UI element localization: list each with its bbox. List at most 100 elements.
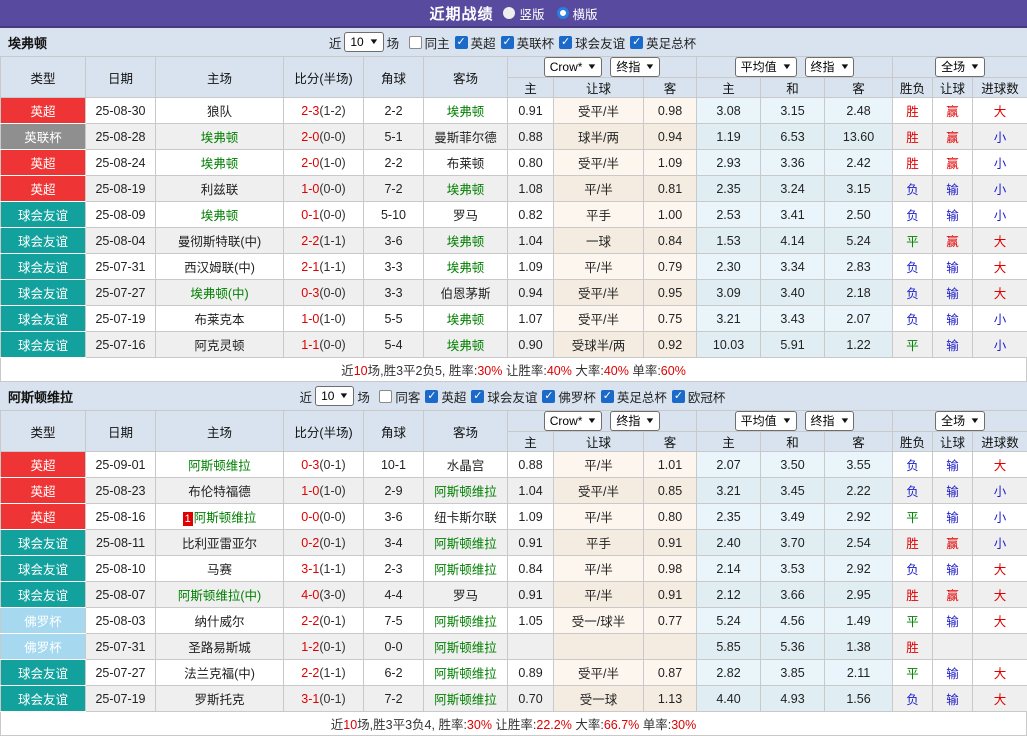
summary-segment: 单率: xyxy=(629,364,661,378)
home-team[interactable]: 曼彻斯特联(中) xyxy=(178,235,261,249)
handicap-line: 受平/半 xyxy=(554,150,644,176)
final-odds-select-value: 终指 xyxy=(616,59,640,75)
league-checkbox-label[interactable]: 英联杯 xyxy=(517,33,555,52)
radio-vertical-label[interactable]: 竖版 xyxy=(519,4,544,23)
league-checkbox[interactable]: ✓ xyxy=(542,390,555,403)
league-checkbox-label[interactable]: 英足总杯 xyxy=(617,387,667,406)
league-checkbox[interactable]: ✓ xyxy=(559,36,572,49)
away-team-cell: 埃弗顿 xyxy=(424,306,508,332)
home-team[interactable]: 阿斯顿维拉 xyxy=(194,511,257,525)
away-team[interactable]: 阿斯顿维拉 xyxy=(434,485,497,499)
full-time-score: 2-0 xyxy=(301,130,319,144)
half-time-score: (0-1) xyxy=(319,640,345,654)
radio-circle-selected-icon[interactable] xyxy=(557,7,569,19)
odds-source-select[interactable]: Crow*▼ xyxy=(544,411,603,431)
league-checkbox[interactable]: ✓ xyxy=(672,390,685,403)
home-team[interactable]: 阿克灵顿 xyxy=(194,339,244,353)
home-team[interactable]: 圣路易斯城 xyxy=(188,641,251,655)
average-select[interactable]: 平均值▼ xyxy=(735,411,797,431)
league-checkbox-label[interactable]: 球会友谊 xyxy=(575,33,625,52)
same-venue-checkbox[interactable] xyxy=(409,36,422,49)
home-team[interactable]: 利兹联 xyxy=(201,183,239,197)
league-checkbox[interactable]: ✓ xyxy=(630,36,643,49)
away-team[interactable]: 埃弗顿 xyxy=(447,313,485,327)
home-team[interactable]: 法兰克福(中) xyxy=(184,667,255,681)
home-team[interactable]: 狼队 xyxy=(207,105,232,119)
recent-games-select[interactable]: 10▼ xyxy=(315,386,354,406)
final-odds-select[interactable]: 终指▼ xyxy=(805,411,855,431)
away-team[interactable]: 阿斯顿维拉 xyxy=(434,563,497,577)
home-team[interactable]: 西汉姆联(中) xyxy=(184,261,255,275)
away-team[interactable]: 水晶宫 xyxy=(447,459,485,473)
average-select-value: 平均值 xyxy=(741,59,777,75)
league-checkbox-label[interactable]: 佛罗杯 xyxy=(558,387,596,406)
away-team[interactable]: 阿斯顿维拉 xyxy=(434,537,497,551)
home-team[interactable]: 阿斯顿维拉 xyxy=(188,459,251,473)
league-checkbox[interactable]: ✓ xyxy=(501,36,514,49)
away-team[interactable]: 埃弗顿 xyxy=(447,235,485,249)
home-team[interactable]: 埃弗顿(中) xyxy=(190,287,248,301)
league-checkbox-label[interactable]: 球会友谊 xyxy=(487,387,537,406)
away-team[interactable]: 罗马 xyxy=(453,209,478,223)
home-team[interactable]: 罗斯托克 xyxy=(194,693,244,707)
radio-horizontal-label[interactable]: 横版 xyxy=(573,4,598,23)
league-checkbox-label[interactable]: 英足总杯 xyxy=(646,33,696,52)
home-team[interactable]: 比利亚雷亚尔 xyxy=(182,537,257,551)
page-title: 近期战绩 xyxy=(429,3,493,24)
league-checkbox[interactable]: ✓ xyxy=(425,390,438,403)
result-handicap: 输 xyxy=(933,202,973,228)
radio-vertical-layout[interactable]: 竖版 xyxy=(503,4,544,23)
summary-segment: 近 xyxy=(331,718,344,732)
home-team[interactable]: 阿斯顿维拉(中) xyxy=(178,589,261,603)
full-match-select[interactable]: 全场▼ xyxy=(935,57,985,77)
league-checkbox-label[interactable]: 英超 xyxy=(471,33,496,52)
league-checkbox-label[interactable]: 英超 xyxy=(441,387,466,406)
home-team[interactable]: 马赛 xyxy=(207,563,232,577)
away-team[interactable]: 埃弗顿 xyxy=(447,339,485,353)
same-venue-label[interactable]: 同主 xyxy=(425,33,450,52)
league-checkbox[interactable]: ✓ xyxy=(471,390,484,403)
avg-home-odds: 2.35 xyxy=(697,176,761,202)
home-team[interactable]: 埃弗顿 xyxy=(201,209,239,223)
away-team[interactable]: 曼斯菲尔德 xyxy=(434,131,497,145)
home-team[interactable]: 布莱克本 xyxy=(194,313,244,327)
league-checkbox[interactable]: ✓ xyxy=(601,390,614,403)
radio-horizontal-layout[interactable]: 横版 xyxy=(557,4,598,23)
average-select[interactable]: 平均值▼ xyxy=(735,57,797,77)
same-venue-label[interactable]: 同客 xyxy=(395,387,420,406)
home-team[interactable]: 布伦特福德 xyxy=(188,485,251,499)
final-odds-select[interactable]: 终指▼ xyxy=(610,57,660,77)
same-venue-checkbox[interactable] xyxy=(379,390,392,403)
chevron-down-icon: ▼ xyxy=(587,59,598,75)
team-sections-container: 埃弗顿近10▼场 同主✓英超✓英联杯✓球会友谊✓英足总杯类型日期主场比分(半场)… xyxy=(0,28,1027,736)
away-team[interactable]: 阿斯顿维拉 xyxy=(434,667,497,681)
away-team[interactable]: 埃弗顿 xyxy=(447,261,485,275)
home-team[interactable]: 纳什威尔 xyxy=(194,615,244,629)
full-match-select[interactable]: 全场▼ xyxy=(935,411,985,431)
avg-away-odds: 2.22 xyxy=(825,478,893,504)
odds-source-select[interactable]: Crow*▼ xyxy=(544,57,603,77)
away-team[interactable]: 纽卡斯尔联 xyxy=(434,511,497,525)
final-odds-select[interactable]: 终指▼ xyxy=(610,411,660,431)
odds-source-select-value: Crow* xyxy=(550,413,583,429)
result-handicap: 赢 xyxy=(933,150,973,176)
away-team[interactable]: 埃弗顿 xyxy=(447,105,485,119)
away-team[interactable]: 伯恩茅斯 xyxy=(440,287,490,301)
radio-circle-icon[interactable] xyxy=(503,7,515,19)
away-team[interactable]: 罗马 xyxy=(453,589,478,603)
away-team[interactable]: 阿斯顿维拉 xyxy=(434,693,497,707)
league-checkbox[interactable]: ✓ xyxy=(455,36,468,49)
away-team[interactable]: 阿斯顿维拉 xyxy=(434,641,497,655)
away-team[interactable]: 阿斯顿维拉 xyxy=(434,615,497,629)
away-team[interactable]: 埃弗顿 xyxy=(447,183,485,197)
recent-games-select[interactable]: 10▼ xyxy=(344,32,383,52)
away-team[interactable]: 布莱顿 xyxy=(447,157,485,171)
half-time-score: (1-0) xyxy=(319,156,345,170)
final-odds-select[interactable]: 终指▼ xyxy=(805,57,855,77)
home-team[interactable]: 埃弗顿 xyxy=(201,131,239,145)
league-checkbox-label[interactable]: 欧冠杯 xyxy=(688,387,726,406)
home-team[interactable]: 埃弗顿 xyxy=(201,157,239,171)
home-team-cell: 圣路易斯城 xyxy=(156,634,284,660)
half-time-score: (1-0) xyxy=(319,484,345,498)
home-team-cell: 埃弗顿 xyxy=(156,202,284,228)
